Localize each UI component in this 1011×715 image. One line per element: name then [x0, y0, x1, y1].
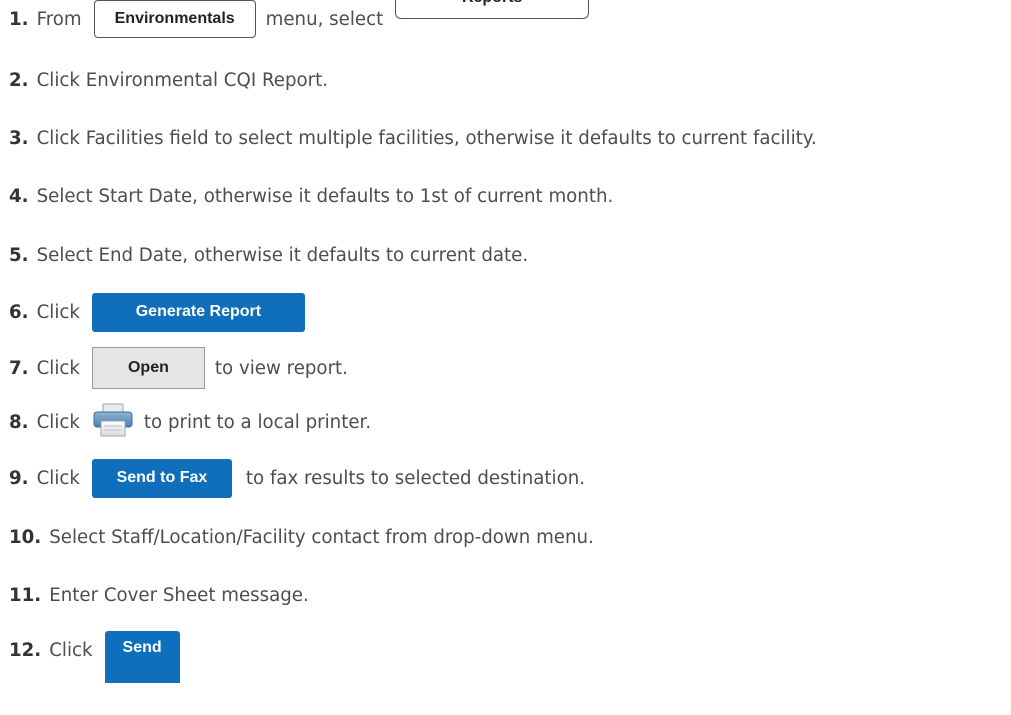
step-text: Click [36, 411, 80, 433]
step-number: 10. [9, 526, 42, 548]
step-5: 5. Select End Date, otherwise it default… [9, 233, 528, 277]
open-button[interactable]: Open [91, 347, 205, 389]
step-number: 6. [9, 301, 29, 323]
send-button[interactable]: Send [104, 631, 180, 683]
step-text: Click [36, 301, 80, 323]
step-2: 2. Click Environmental CQI Report. [9, 58, 328, 102]
step-number: 8. [9, 411, 29, 433]
step-1: 1. From Environmentals menu, select Repo… [9, 0, 590, 41]
step-number: 3. [9, 127, 29, 149]
step-9: 9. Click Send to Fax to fax results to s… [9, 456, 585, 500]
instruction-list: 1. From Environmentals menu, select Repo… [0, 0, 1011, 715]
step-8: 8. Click to print to a local printer. [9, 400, 371, 444]
step-text: Select Staff/Location/Facility contact f… [49, 526, 594, 548]
step-4: 4. Select Start Date, otherwise it defau… [9, 174, 613, 218]
step-text: Select Start Date, otherwise it defaults… [36, 185, 614, 207]
step-text: Click [36, 357, 80, 379]
step-6: 6. Click Generate Report [9, 290, 305, 334]
step-number: 11. [9, 584, 42, 606]
step-text: to fax results to selected destination. [245, 467, 586, 489]
step-text: to view report. [214, 357, 348, 379]
generate-report-button[interactable]: Generate Report [91, 292, 305, 332]
step-number: 4. [9, 185, 29, 207]
step-number: 5. [9, 244, 29, 266]
reports-menu-item[interactable]: Reports [395, 0, 590, 19]
environmentals-menu-button[interactable]: Environmentals [93, 0, 256, 38]
send-to-fax-button[interactable]: Send to Fax [91, 458, 232, 498]
step-text: Select End Date, otherwise it defaults t… [36, 244, 529, 266]
step-7: 7. Click Open to view report. [9, 346, 348, 390]
step-number: 12. [9, 639, 42, 661]
step-number: 2. [9, 69, 29, 91]
step-text: Click [36, 467, 80, 489]
step-12: 12. Click Send [9, 628, 180, 683]
step-text: Click Environmental CQI Report. [36, 69, 329, 91]
step-number: 1. [9, 8, 29, 30]
step-text: to print to a local printer. [143, 411, 372, 433]
printer-icon[interactable] [92, 403, 134, 442]
step-3: 3. Click Facilities field to select mult… [9, 116, 817, 160]
step-number: 9. [9, 467, 29, 489]
step-11: 11. Enter Cover Sheet message. [9, 573, 309, 617]
step-number: 7. [9, 357, 29, 379]
step-10: 10. Select Staff/Location/Facility conta… [9, 515, 594, 559]
step-text: Enter Cover Sheet message. [49, 584, 309, 606]
step-text: Click Facilities field to select multipl… [36, 127, 817, 149]
step-text: menu, select [265, 8, 384, 30]
step-text: From [36, 8, 82, 30]
step-text: Click [49, 639, 93, 661]
